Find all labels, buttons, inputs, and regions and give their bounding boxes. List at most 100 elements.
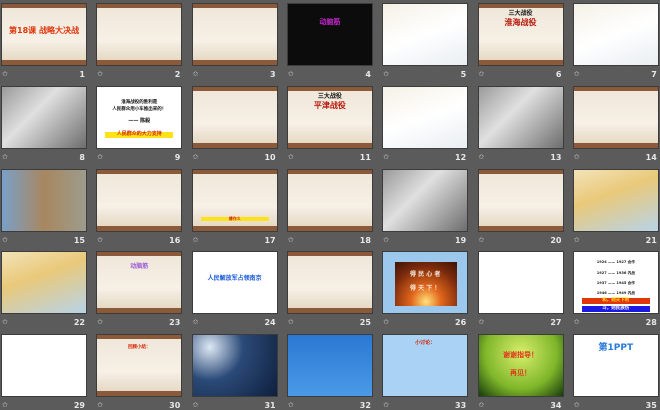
transition-star-icon[interactable]: ✩	[574, 70, 580, 78]
slide-thumbnail-27[interactable]	[477, 251, 564, 315]
transition-star-icon[interactable]: ✩	[2, 153, 8, 161]
slide-thumbnail-9[interactable]: 淮海战役的胜利是 人民群众用小车推出来的！ —— 陈毅 人民群众的大力支持	[96, 85, 183, 149]
slide-text: 小讨论：	[415, 340, 436, 347]
slide-text: 三大战役	[508, 10, 533, 17]
transition-star-icon[interactable]: ✩	[97, 318, 103, 326]
slide-thumbnail-2[interactable]	[96, 3, 183, 66]
slide-thumbnail-18[interactable]	[286, 168, 373, 232]
transition-star-icon[interactable]: ✩	[383, 70, 389, 78]
transition-star-icon[interactable]: ✩	[288, 401, 294, 409]
slide-thumbnail-29[interactable]	[1, 334, 87, 398]
slide-number: 33	[455, 401, 467, 410]
transition-star-icon[interactable]: ✩	[97, 401, 103, 409]
slide-thumbnail-35[interactable]: 第1PPT	[572, 334, 659, 398]
slide-text: 傅作义	[200, 216, 269, 222]
transition-star-icon[interactable]: ✩	[479, 70, 485, 78]
slide-number: 24	[264, 318, 276, 328]
slide-number: 23	[169, 318, 181, 328]
slide-number: 20	[550, 235, 562, 245]
slide-thumbnail-32[interactable]	[286, 334, 373, 398]
slide-thumbnail-7[interactable]	[572, 3, 659, 66]
transition-star-icon[interactable]: ✩	[2, 318, 8, 326]
transition-star-icon[interactable]: ✩	[2, 236, 8, 244]
transition-star-icon[interactable]: ✩	[288, 70, 294, 78]
transition-star-icon[interactable]: ✩	[97, 70, 103, 78]
slide-thumbnail-8[interactable]	[1, 85, 87, 149]
slide-number: 4	[365, 70, 371, 79]
slide-thumbnail-11[interactable]: 三大战役 平津战役	[286, 85, 373, 149]
transition-star-icon[interactable]: ✩	[288, 236, 294, 244]
transition-star-icon[interactable]: ✩	[193, 236, 199, 244]
slide-thumbnail-6[interactable]: 三大战役 淮海战役	[477, 3, 564, 66]
slide-text: 1927 —— 1936 内战	[596, 271, 635, 276]
slide-thumbnail-5[interactable]	[382, 3, 469, 66]
slide-thumbnail-3[interactable]	[191, 3, 278, 66]
slide-text: 淮海战役	[504, 18, 537, 27]
slide-text: 人民解放军占领南京	[207, 275, 262, 283]
slide-thumbnail-31[interactable]	[191, 334, 278, 398]
slide-thumbnail-17[interactable]: 傅作义	[191, 168, 278, 232]
slide-thumbnail-14[interactable]	[572, 85, 659, 149]
transition-star-icon[interactable]: ✩	[383, 401, 389, 409]
slide-thumbnail-10[interactable]	[191, 85, 278, 149]
slide-text: 1924 —— 1927 合作	[596, 260, 635, 265]
slide-thumbnail-13[interactable]	[477, 85, 564, 149]
slide-thumbnail-24[interactable]: 人民解放军占领南京	[191, 251, 278, 315]
transition-star-icon[interactable]: ✩	[288, 153, 294, 161]
slide-thumbnail-19[interactable]	[382, 168, 469, 232]
slide-text: 1937 —— 1945 合作	[596, 281, 635, 286]
slide-thumbnail-1[interactable]: 第18课 战略大决战	[1, 3, 87, 66]
slide-number: 11	[359, 152, 371, 162]
transition-star-icon[interactable]: ✩	[479, 318, 485, 326]
slide-thumbnail-26[interactable]: 得 民 心 者得 天 下 ！	[382, 251, 469, 315]
transition-star-icon[interactable]: ✩	[2, 401, 8, 409]
transition-star-icon[interactable]: ✩	[574, 153, 580, 161]
slide-number: 19	[455, 235, 467, 245]
slide-thumbnail-12[interactable]	[382, 85, 469, 149]
transition-star-icon[interactable]: ✩	[193, 153, 199, 161]
slide-thumbnail-22[interactable]	[1, 251, 87, 315]
slide-number: 29	[73, 401, 85, 410]
transition-star-icon[interactable]: ✩	[97, 153, 103, 161]
slide-thumbnail-25[interactable]	[286, 251, 373, 315]
transition-star-icon[interactable]: ✩	[383, 318, 389, 326]
transition-star-icon[interactable]: ✩	[574, 318, 580, 326]
slide-thumbnail-4[interactable]: 动脑筋	[286, 3, 373, 66]
slide-thumbnail-20[interactable]	[477, 168, 564, 232]
transition-star-icon[interactable]: ✩	[2, 70, 8, 78]
slide-text: 人民群众的大力支持	[105, 131, 174, 138]
slide-number: 28	[645, 318, 657, 328]
transition-star-icon[interactable]: ✩	[383, 236, 389, 244]
transition-star-icon[interactable]: ✩	[193, 401, 199, 409]
slide-number: 17	[264, 235, 276, 245]
slide-number: 7	[651, 70, 657, 79]
slide-thumbnail-16[interactable]	[96, 168, 183, 232]
transition-star-icon[interactable]: ✩	[97, 236, 103, 244]
slide-thumbnail-33[interactable]: 小讨论：	[382, 334, 469, 398]
transition-star-icon[interactable]: ✩	[383, 153, 389, 161]
slide-text: 再见！	[510, 369, 531, 378]
transition-star-icon[interactable]: ✩	[479, 236, 485, 244]
slide-number: 1	[79, 70, 85, 79]
slide-text: 1946 —— 1949 内战	[596, 291, 635, 296]
transition-star-icon[interactable]: ✩	[288, 318, 294, 326]
transition-star-icon[interactable]: ✩	[574, 401, 580, 409]
transition-star-icon[interactable]: ✩	[479, 401, 485, 409]
slide-thumbnail-28[interactable]: 1924 —— 1927 合作 1927 —— 1936 内战 1937 —— 19…	[572, 251, 659, 315]
slide-number: 10	[264, 152, 276, 162]
slide-number: 5	[460, 70, 467, 79]
slide-number: 16	[169, 235, 181, 245]
slide-thumbnail-30[interactable]: 回顾小结：	[96, 334, 183, 398]
slide-thumbnail-15[interactable]	[1, 168, 87, 232]
slide-number: 22	[73, 318, 85, 328]
transition-star-icon[interactable]: ✩	[193, 318, 199, 326]
slide-thumbnail-23[interactable]: 动脑筋	[96, 251, 183, 315]
slide-thumbnail-34[interactable]: 谢谢指导！ 再见！	[477, 334, 564, 398]
transition-star-icon[interactable]: ✩	[193, 70, 199, 78]
slide-thumbnail-21[interactable]	[572, 168, 659, 232]
transition-star-icon[interactable]: ✩	[479, 153, 485, 161]
slide-text: 平津战役	[313, 100, 346, 110]
transition-star-icon[interactable]: ✩	[574, 236, 580, 244]
slide-number: 12	[455, 152, 467, 162]
slide-text: 回顾小结：	[128, 345, 151, 351]
